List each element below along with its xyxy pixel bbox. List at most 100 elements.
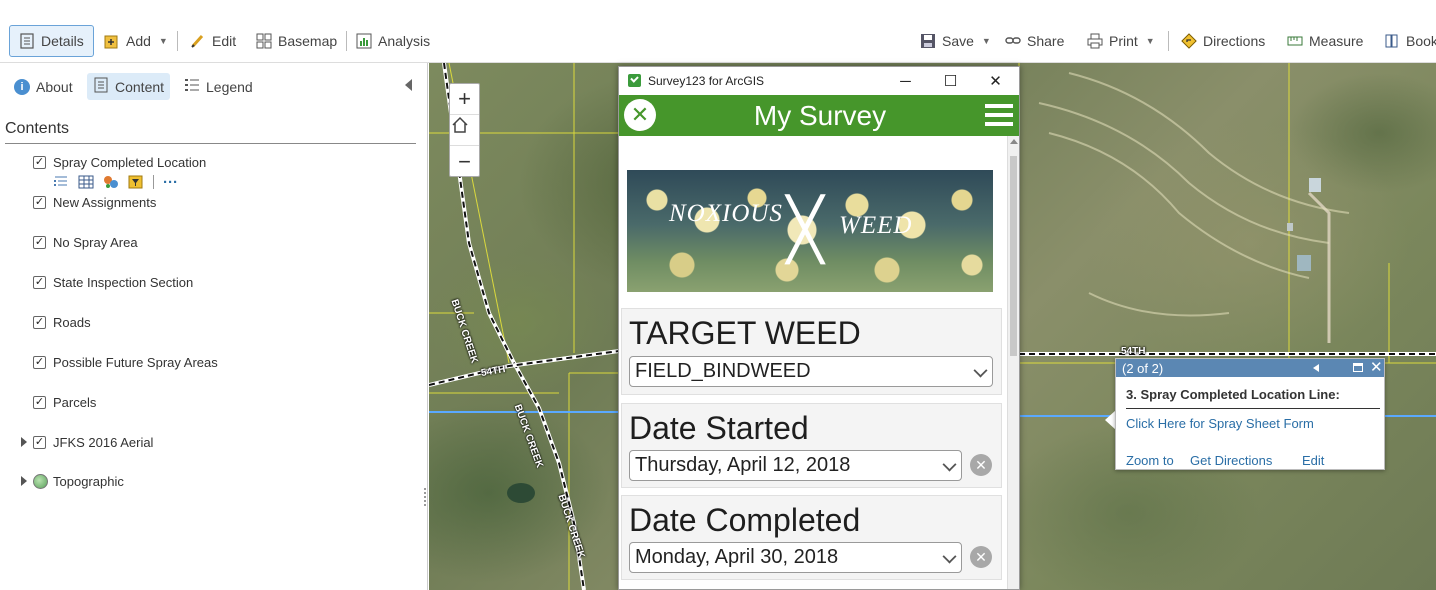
style-icon[interactable] bbox=[103, 175, 119, 189]
layer-label: Parcels bbox=[53, 394, 97, 410]
zoom-to-link[interactable]: Zoom to bbox=[1126, 453, 1174, 468]
question-label: Date Completed bbox=[629, 502, 861, 538]
panel-resize-handle[interactable] bbox=[424, 488, 426, 508]
survey-title: My Survey bbox=[753, 100, 887, 131]
layer-no-spray-area[interactable]: ✓ No Spray Area bbox=[0, 232, 420, 252]
scrollbar-thumb[interactable] bbox=[1010, 156, 1017, 356]
expand-arrow-icon[interactable] bbox=[21, 476, 27, 486]
clear-date-button[interactable]: ✕ bbox=[970, 546, 992, 568]
tab-about[interactable]: i About bbox=[14, 73, 73, 100]
print-button[interactable]: Print ▼ bbox=[1087, 26, 1155, 56]
layer-checkbox[interactable]: ✓ bbox=[33, 355, 46, 369]
directions-label: Directions bbox=[1203, 33, 1266, 49]
scroll-up-icon[interactable] bbox=[1010, 139, 1018, 144]
layer-checkbox[interactable]: ✓ bbox=[33, 315, 46, 329]
form-scrollbar[interactable] bbox=[1007, 136, 1019, 589]
bookmarks-button[interactable]: Book bbox=[1384, 26, 1436, 56]
spray-sheet-link[interactable]: Click Here for Spray Sheet Form bbox=[1126, 416, 1314, 431]
zoom-out-button[interactable]: − bbox=[450, 146, 479, 177]
expand-arrow-icon[interactable] bbox=[21, 437, 27, 447]
layer-checkbox[interactable]: ✓ bbox=[33, 235, 46, 249]
layer-label: State Inspection Section bbox=[53, 274, 194, 290]
banner-x-mark: ╳ bbox=[787, 196, 824, 263]
info-icon: i bbox=[14, 78, 30, 95]
edit-button[interactable]: Edit bbox=[190, 26, 236, 56]
minimize-button[interactable]: ─ bbox=[883, 67, 928, 95]
maximize-icon[interactable] bbox=[1353, 363, 1363, 372]
menu-icon[interactable] bbox=[985, 104, 1013, 128]
details-icon bbox=[19, 33, 35, 49]
share-button[interactable]: Share bbox=[1005, 26, 1064, 56]
legend-toggle-icon[interactable] bbox=[53, 175, 69, 189]
edit-link[interactable]: Edit bbox=[1302, 453, 1324, 468]
home-icon bbox=[452, 116, 468, 133]
close-icon[interactable]: ✕ bbox=[1370, 359, 1383, 377]
survey123-window: Survey123 for ArcGIS ─ ☐ ✕ ✕ My Survey N… bbox=[618, 66, 1020, 590]
road-label-54th: 54TH bbox=[1121, 346, 1146, 357]
target-weed-select[interactable]: FIELD_BINDWEED bbox=[629, 356, 993, 387]
layer-checkbox[interactable]: ✓ bbox=[33, 435, 46, 449]
layer-checkbox[interactable]: ✓ bbox=[33, 195, 46, 209]
measure-button[interactable]: Measure bbox=[1287, 26, 1363, 56]
basemap-icon bbox=[256, 33, 272, 49]
toolbar-divider bbox=[177, 31, 178, 51]
contents-title: Contents bbox=[5, 120, 70, 137]
date-value: Monday, April 30, 2018 bbox=[635, 546, 839, 568]
collapse-panel-icon[interactable] bbox=[405, 79, 412, 91]
zoom-controls: + − bbox=[449, 83, 480, 177]
table-icon[interactable] bbox=[78, 175, 94, 189]
layer-state-inspection-section[interactable]: ✓ State Inspection Section bbox=[0, 272, 420, 292]
details-panel: i About Content Legend Contents ✓ Spray … bbox=[0, 63, 428, 590]
directions-button[interactable]: Directions bbox=[1181, 26, 1265, 56]
survey123-icon bbox=[628, 74, 641, 87]
layer-parcels[interactable]: ✓ Parcels bbox=[0, 392, 420, 412]
content-icon bbox=[93, 77, 109, 96]
save-label: Save bbox=[942, 33, 974, 49]
layer-checkbox[interactable]: ✓ bbox=[33, 275, 46, 289]
popup-counter: (2 of 2) bbox=[1122, 360, 1164, 376]
date-completed-picker[interactable]: Monday, April 30, 2018 bbox=[629, 542, 962, 573]
layer-checkbox[interactable]: ✓ bbox=[33, 155, 46, 169]
layer-roads[interactable]: ✓ Roads bbox=[0, 312, 420, 332]
basemap-button[interactable]: Basemap bbox=[256, 26, 337, 56]
layer-new-assignments[interactable]: ✓ New Assignments bbox=[0, 192, 420, 212]
layer-checkbox[interactable]: ✓ bbox=[33, 395, 46, 409]
details-button[interactable]: Details bbox=[9, 25, 94, 57]
tab-content[interactable]: Content bbox=[87, 73, 171, 100]
zoom-in-button[interactable]: + bbox=[450, 84, 479, 115]
question-label: Date Started bbox=[629, 410, 809, 446]
save-button[interactable]: Save ▼ bbox=[920, 26, 991, 56]
measure-label: Measure bbox=[1309, 33, 1364, 49]
add-icon bbox=[104, 33, 120, 49]
survey-header: ✕ My Survey bbox=[619, 95, 1019, 136]
tab-legend[interactable]: Legend bbox=[184, 73, 253, 100]
analysis-button[interactable]: Analysis bbox=[356, 26, 430, 56]
layer-topographic[interactable]: Topographic bbox=[0, 471, 420, 491]
chevron-down-icon: ▼ bbox=[981, 36, 991, 46]
window-titlebar[interactable]: Survey123 for ArcGIS ─ ☐ ✕ bbox=[619, 67, 1019, 95]
layer-jfks-2016-aerial[interactable]: ✓ JFKS 2016 Aerial bbox=[0, 432, 420, 452]
layer-label: Roads bbox=[53, 314, 91, 330]
popup-header: (2 of 2) ✕ bbox=[1116, 359, 1384, 377]
edit-label: Edit bbox=[212, 33, 237, 49]
add-button[interactable]: Add ▼ bbox=[104, 26, 168, 56]
layer-possible-future-spray-areas[interactable]: ✓ Possible Future Spray Areas bbox=[0, 352, 420, 372]
main-toolbar: Details Add ▼ Edit Basemap Analysis Save… bbox=[0, 0, 1436, 63]
filter-icon[interactable] bbox=[128, 175, 144, 189]
date-started-picker[interactable]: Thursday, April 12, 2018 bbox=[629, 450, 962, 481]
more-options-icon[interactable]: ··· bbox=[163, 174, 178, 191]
clear-date-button[interactable]: ✕ bbox=[970, 454, 992, 476]
layer-spray-completed-location[interactable]: ✓ Spray Completed Location bbox=[0, 152, 420, 172]
maximize-button[interactable]: ☐ bbox=[928, 67, 973, 95]
tab-legend-label: Legend bbox=[206, 78, 253, 95]
layer-label: Topographic bbox=[53, 473, 124, 489]
chevron-down-icon: ▼ bbox=[158, 36, 168, 46]
close-window-button[interactable]: ✕ bbox=[973, 67, 1018, 95]
previous-feature-icon[interactable] bbox=[1313, 364, 1319, 372]
tab-about-label: About bbox=[36, 78, 73, 95]
share-label: Share bbox=[1027, 33, 1065, 49]
get-directions-link[interactable]: Get Directions bbox=[1190, 453, 1272, 468]
top-strip bbox=[0, 0, 1436, 18]
home-button[interactable] bbox=[450, 115, 479, 146]
question-label: TARGET WEED bbox=[629, 315, 861, 351]
